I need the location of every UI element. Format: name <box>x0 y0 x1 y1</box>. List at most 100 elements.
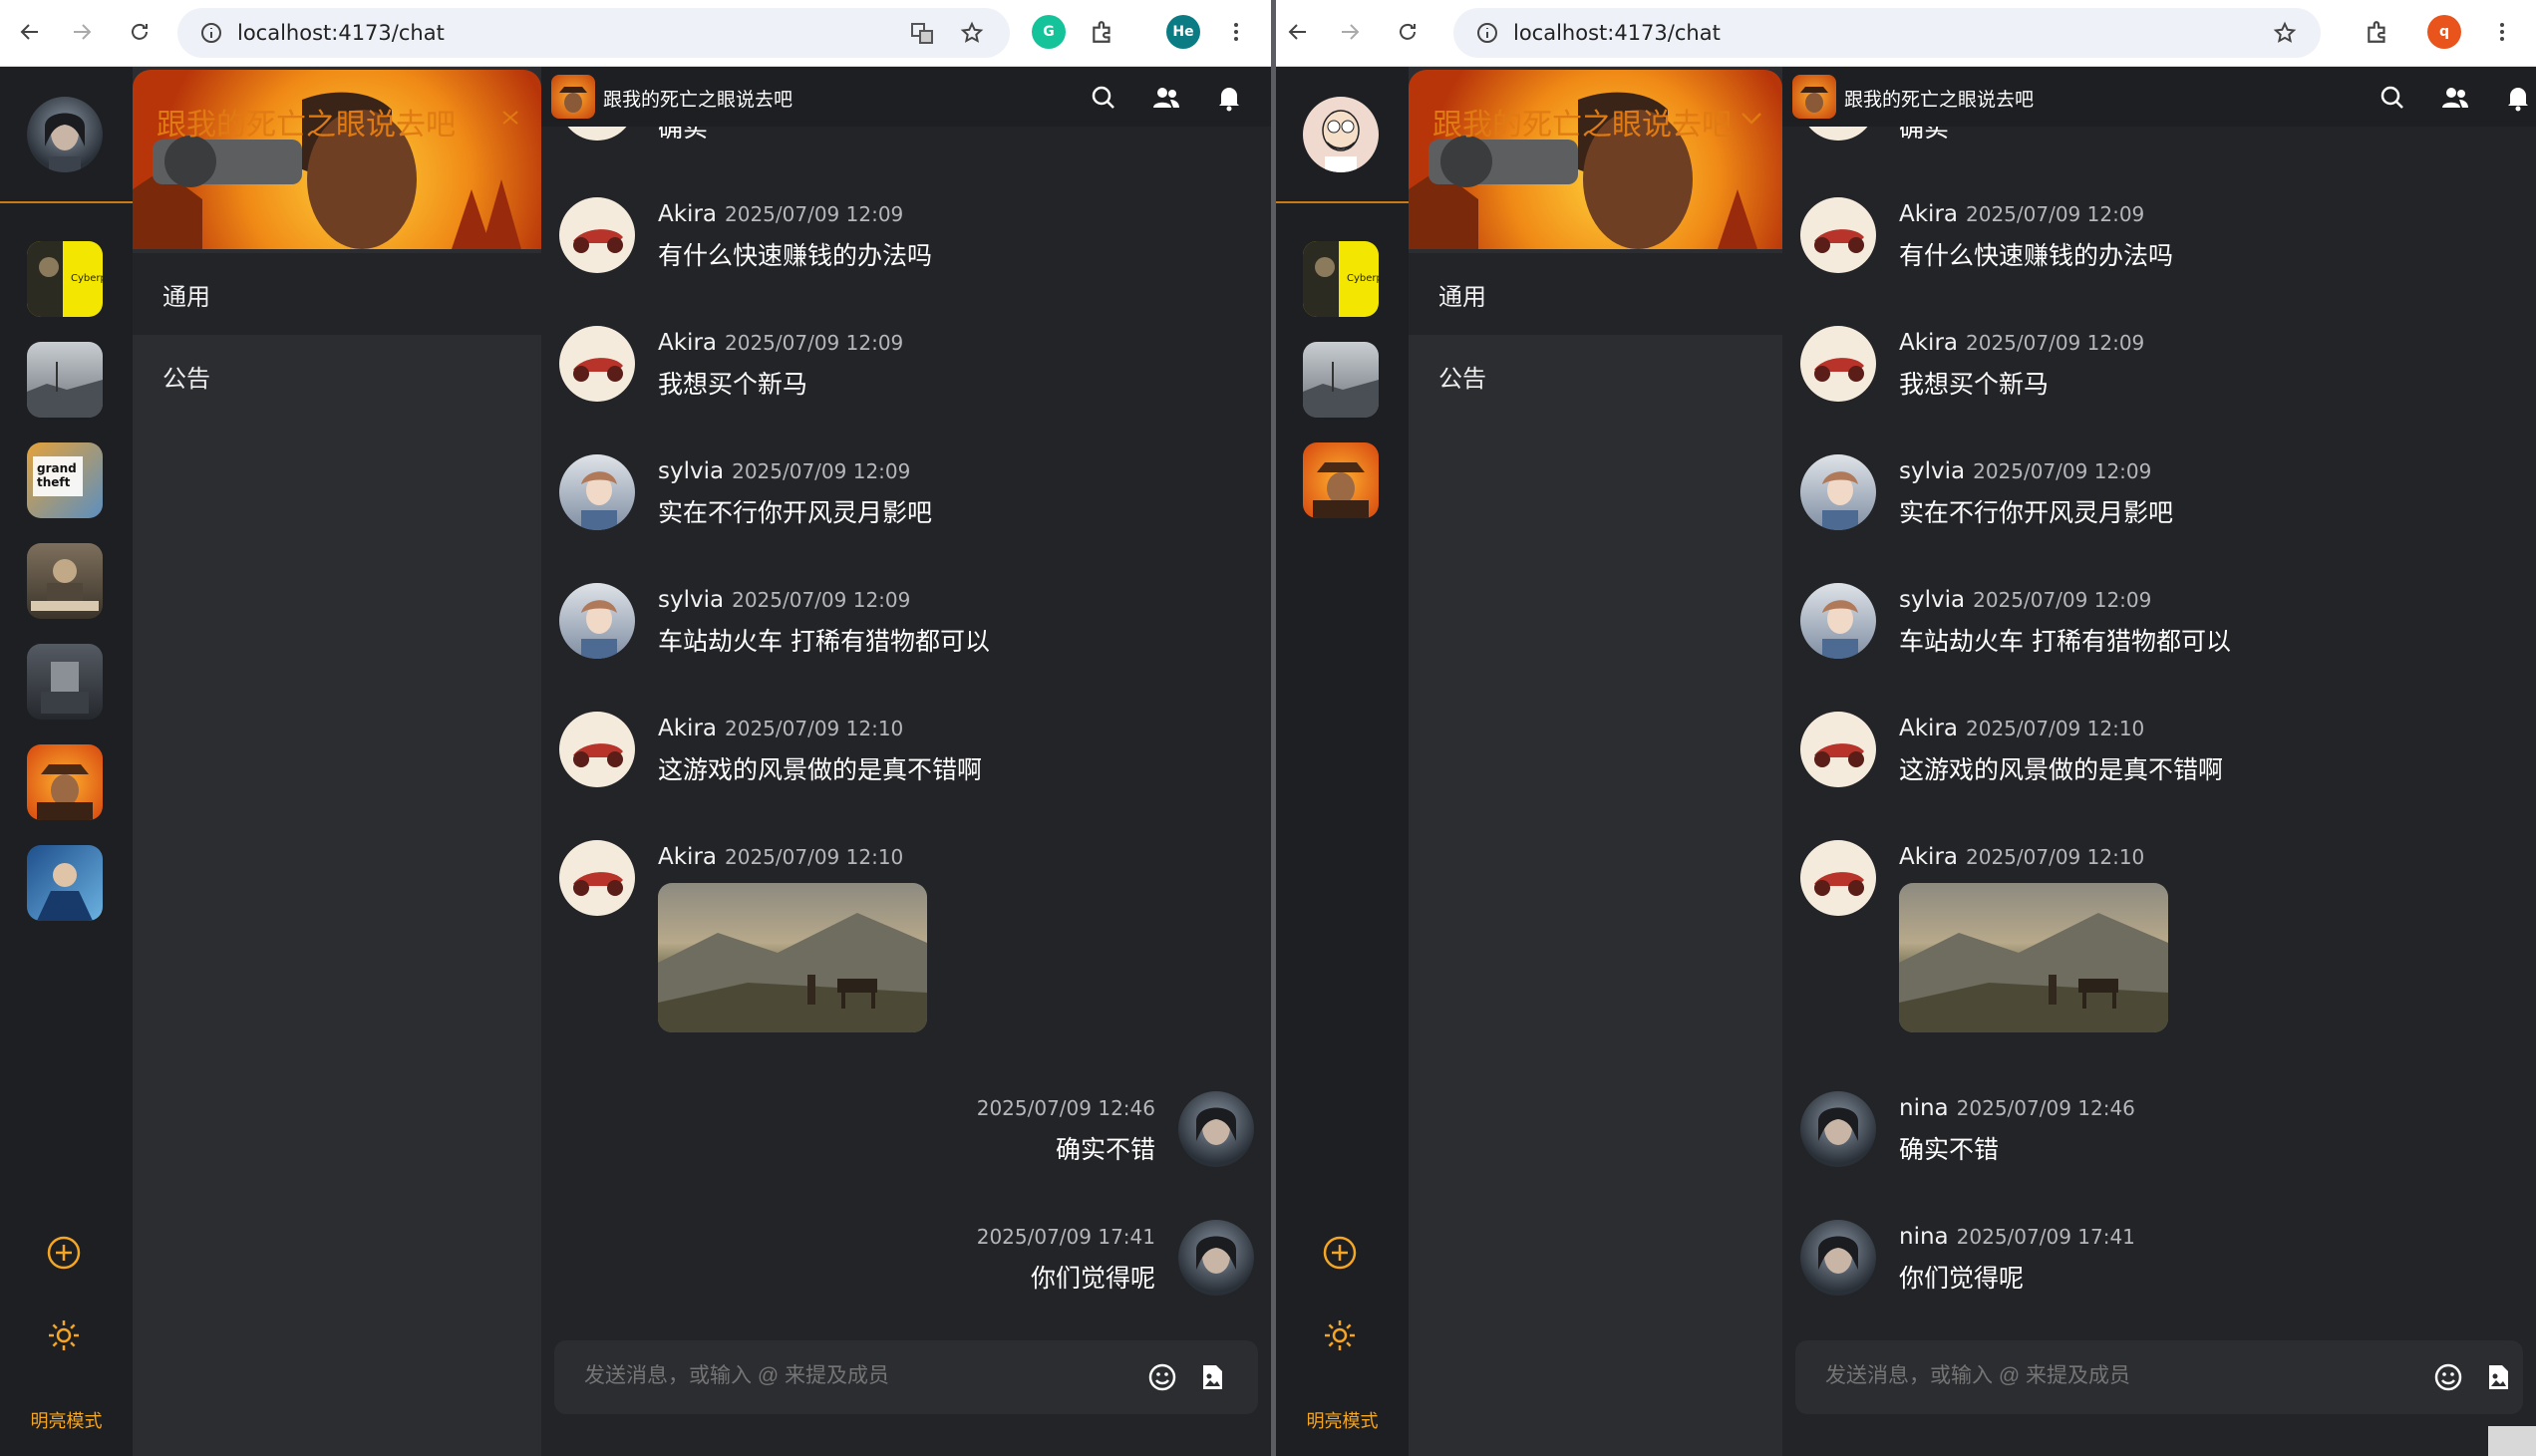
image-attachment[interactable] <box>658 883 927 1032</box>
profile-avatar[interactable]: q <box>2427 15 2461 49</box>
profile-avatar[interactable]: He <box>1166 15 1200 49</box>
close-x-icon[interactable] <box>497 108 523 128</box>
author-name[interactable]: nina <box>1899 1095 1949 1121</box>
author-name[interactable]: Akira <box>658 330 717 356</box>
motorcycle-icon <box>1814 358 1864 382</box>
user-avatar[interactable] <box>27 97 103 172</box>
akira-avatar[interactable] <box>559 712 635 787</box>
back-button[interactable] <box>1278 12 1318 52</box>
server-robot-game[interactable] <box>27 644 103 720</box>
channel-announcements[interactable]: 公告 <box>133 335 541 417</box>
forward-button[interactable] <box>62 12 102 52</box>
forward-button[interactable] <box>1330 12 1370 52</box>
author-name[interactable]: Akira <box>658 844 717 870</box>
channel-panel: 跟我的死亡之眼说去吧 通用 公告 <box>1409 67 1782 1456</box>
channel-announcements[interactable]: 公告 <box>1409 335 1782 417</box>
server-death-stranding[interactable] <box>27 342 103 418</box>
server-banner[interactable]: 跟我的死亡之眼说去吧 <box>1409 70 1782 249</box>
author-name[interactable]: Akira <box>658 716 717 741</box>
akira-avatar[interactable] <box>1800 712 1876 787</box>
akira-avatar[interactable] <box>1800 197 1876 273</box>
bookmark-star-icon[interactable] <box>960 21 984 45</box>
sylvia-avatar[interactable] <box>559 583 635 659</box>
bell-icon[interactable] <box>2504 84 2532 112</box>
author-name[interactable]: Akira <box>658 201 717 227</box>
server-gta[interactable]: grand theft <box>27 442 103 518</box>
nina-avatar[interactable] <box>1178 1091 1254 1167</box>
akira-avatar[interactable] <box>559 840 635 916</box>
add-server-icon[interactable] <box>1321 1234 1359 1272</box>
nina-avatar[interactable] <box>1800 1220 1876 1296</box>
sylvia-avatar[interactable] <box>1800 583 1876 659</box>
sylvia-avatar[interactable] <box>559 454 635 530</box>
members-icon[interactable] <box>1152 84 1180 112</box>
reload-button[interactable] <box>1388 12 1427 52</box>
grammarly-extension-icon[interactable]: G <box>1032 15 1066 49</box>
site-info-icon[interactable] <box>1475 21 1499 45</box>
extensions-puzzle-icon[interactable] <box>1090 19 1115 45</box>
server-banner[interactable]: 跟我的死亡之眼说去吧 <box>133 70 541 249</box>
reload-button[interactable] <box>120 12 159 52</box>
server-red-dead[interactable] <box>27 744 103 820</box>
author-name[interactable]: sylvia <box>1899 458 1965 484</box>
emoji-icon[interactable] <box>1147 1362 1177 1392</box>
light-mode-toggle[interactable]: 明亮模式 <box>0 1407 133 1433</box>
message-item: Akira 2025/07/09 12:10 这游戏的风景做的是真不错啊 <box>559 712 1257 821</box>
search-icon[interactable] <box>2378 84 2406 112</box>
author-name[interactable]: Akira <box>1899 330 1958 356</box>
menu-dots-icon[interactable] <box>2490 20 2514 44</box>
channel-general[interactable]: 通用 <box>133 253 541 335</box>
site-info-icon[interactable] <box>199 21 223 45</box>
author-name[interactable]: Akira <box>1899 201 1958 227</box>
server-death-stranding[interactable] <box>1303 342 1379 418</box>
bookmark-star-icon[interactable] <box>2273 21 2297 45</box>
back-button[interactable] <box>10 12 50 52</box>
light-mode-toggle[interactable]: 明亮模式 <box>1276 1407 1409 1433</box>
channel-avatar <box>551 75 595 119</box>
bell-icon[interactable] <box>1215 84 1243 112</box>
image-upload-icon[interactable] <box>2483 1362 2513 1392</box>
anime-girl-icon <box>581 471 617 530</box>
members-icon[interactable] <box>2441 84 2469 112</box>
user-avatar[interactable] <box>1303 97 1379 172</box>
menu-dots-icon[interactable] <box>1224 20 1248 44</box>
server-kingdom-come[interactable] <box>27 543 103 619</box>
akira-avatar[interactable] <box>1800 326 1876 402</box>
author-name[interactable]: sylvia <box>658 458 724 484</box>
author-name[interactable]: nina <box>1899 1224 1949 1250</box>
nina-avatar[interactable] <box>1178 1220 1254 1296</box>
image-upload-icon[interactable] <box>1197 1362 1227 1392</box>
message-item: Akira 2025/07/09 12:09 我想买个新马 <box>1800 326 2498 436</box>
server-red-dead[interactable] <box>1303 442 1379 518</box>
search-icon[interactable] <box>1090 84 1117 112</box>
emoji-icon[interactable] <box>2433 1362 2463 1392</box>
reload-icon <box>1400 23 1416 40</box>
address-bar[interactable]: localhost:4173/chat <box>1453 8 2321 58</box>
message-input[interactable] <box>584 1364 1122 1388</box>
settings-gear-icon[interactable] <box>1321 1316 1359 1354</box>
settings-gear-icon[interactable] <box>45 1316 83 1354</box>
author-name[interactable]: Akira <box>1899 844 1958 870</box>
add-server-icon[interactable] <box>45 1234 83 1272</box>
address-bar[interactable]: localhost:4173/chat <box>177 8 1010 58</box>
akira-avatar[interactable] <box>559 197 635 273</box>
chevron-down-icon[interactable] <box>1739 108 1764 128</box>
author-name[interactable]: Akira <box>1899 716 1958 741</box>
nina-avatar[interactable] <box>1800 1091 1876 1167</box>
akira-avatar[interactable] <box>1800 840 1876 916</box>
image-attachment[interactable] <box>1899 883 2168 1032</box>
message-item: Akira 2025/07/09 12:09 有什么快速赚钱的办法吗 <box>559 197 1257 307</box>
extensions-puzzle-icon[interactable] <box>2365 19 2390 45</box>
forward-arrow-icon <box>74 24 92 40</box>
server-cyberpunk[interactable]: Cyberpunk <box>1303 241 1379 317</box>
message-input[interactable] <box>1825 1364 2364 1388</box>
server-cyberpunk[interactable]: Cyberpunk <box>27 241 103 317</box>
translate-icon[interactable] <box>910 21 934 45</box>
author-name[interactable]: sylvia <box>1899 587 1965 613</box>
akira-avatar[interactable] <box>559 326 635 402</box>
server-blue-game[interactable] <box>27 845 103 921</box>
rail-separator <box>1276 201 1409 203</box>
channel-general[interactable]: 通用 <box>1409 253 1782 335</box>
author-name[interactable]: sylvia <box>658 587 724 613</box>
sylvia-avatar[interactable] <box>1800 454 1876 530</box>
